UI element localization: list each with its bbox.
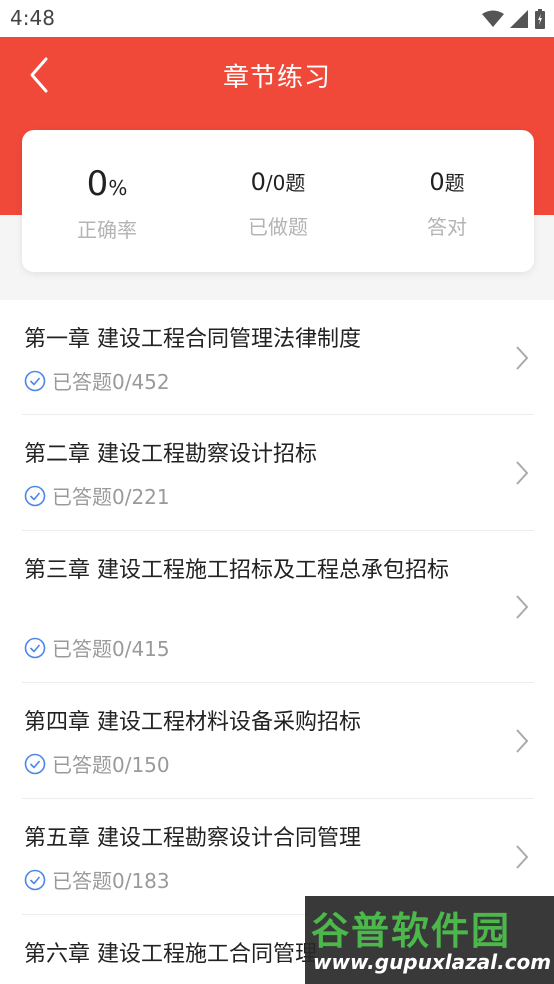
done-label: 已做题 — [248, 215, 308, 239]
progress-text: 已答题0/183 — [52, 869, 170, 893]
progress-text: 已答题0/415 — [52, 637, 170, 661]
stats-card: 0% 正确率 0/0题 已做题 0题 答对 — [22, 130, 534, 272]
chevron-right-icon — [516, 845, 529, 869]
check-circle-icon — [24, 485, 46, 506]
check-circle-icon — [24, 753, 46, 774]
stat-correct: 0题 答对 — [362, 166, 532, 240]
accuracy-label: 正确率 — [77, 218, 137, 242]
accuracy-unit: % — [108, 176, 128, 200]
signal-icon — [510, 10, 528, 28]
progress-text: 已答题0/221 — [52, 485, 170, 509]
check-circle-icon — [24, 869, 46, 890]
done-total: /0题 — [265, 171, 306, 195]
chapter-title: 第一章 建设工程合同管理法律制度 — [24, 327, 361, 352]
status-time: 4:48 — [10, 6, 55, 30]
chapter-item[interactable]: 第四章 建设工程材料设备采购招标 已答题0/150 — [22, 683, 534, 799]
chapter-title: 第二章 建设工程勘察设计招标 — [24, 442, 317, 467]
wifi-icon — [482, 10, 504, 27]
chapter-progress: 已答题0/183 — [24, 865, 170, 894]
chapter-item[interactable]: 第一章 建设工程合同管理法律制度 已答题0/452 — [22, 300, 534, 415]
chapter-progress: 已答题0/452 — [24, 366, 170, 395]
watermark-url: www.gupuxlazal.com — [313, 950, 552, 974]
progress-text: 已答题0/452 — [52, 370, 170, 394]
status-icons — [482, 8, 546, 30]
stat-accuracy: 0% 正确率 — [22, 162, 192, 243]
stat-done: 0/0题 已做题 — [193, 166, 363, 240]
watermark-brand: 谷普软件园 — [311, 909, 512, 953]
chapter-list: 第一章 建设工程合同管理法律制度 已答题0/452 第二章 建设工程勘察设计招标… — [0, 300, 554, 984]
correct-unit: 题 — [444, 171, 465, 195]
done-value: 0 — [250, 168, 266, 196]
chevron-right-icon — [516, 729, 529, 753]
chapter-title: 第三章 建设工程施工招标及工程总承包招标 — [24, 558, 449, 583]
progress-text: 已答题0/150 — [52, 753, 170, 777]
chapter-title: 第五章 建设工程勘察设计合同管理 — [24, 826, 361, 851]
check-circle-icon — [24, 637, 46, 658]
accuracy-value-row: 0% — [22, 162, 192, 210]
check-circle-icon — [24, 370, 46, 391]
correct-value: 0 — [429, 168, 445, 196]
status-bar: 4:48 — [0, 0, 554, 37]
chevron-right-icon — [516, 346, 529, 370]
chevron-right-icon — [516, 595, 529, 619]
chapter-progress: 已答题0/150 — [24, 749, 170, 778]
page-title: 章节练习 — [222, 63, 331, 93]
correct-label: 答对 — [427, 215, 467, 239]
chapter-progress: 已答题0/221 — [24, 481, 170, 510]
battery-icon — [535, 9, 545, 29]
chapter-item[interactable]: 第二章 建设工程勘察设计招标 已答题0/221 — [22, 415, 534, 531]
chapter-title: 第四章 建设工程材料设备采购招标 — [24, 710, 361, 735]
accuracy-value: 0 — [86, 164, 109, 204]
chapter-item[interactable]: 第三章 建设工程施工招标及工程总承包招标 已答题0/415 — [22, 531, 534, 683]
chapter-progress: 已答题0/415 — [24, 633, 170, 662]
chevron-right-icon — [516, 461, 529, 485]
done-value-row: 0/0题 — [193, 166, 363, 199]
correct-value-row: 0题 — [362, 166, 532, 199]
watermark-logo: 谷普软件园 www.gupuxlazal.com — [305, 896, 554, 984]
